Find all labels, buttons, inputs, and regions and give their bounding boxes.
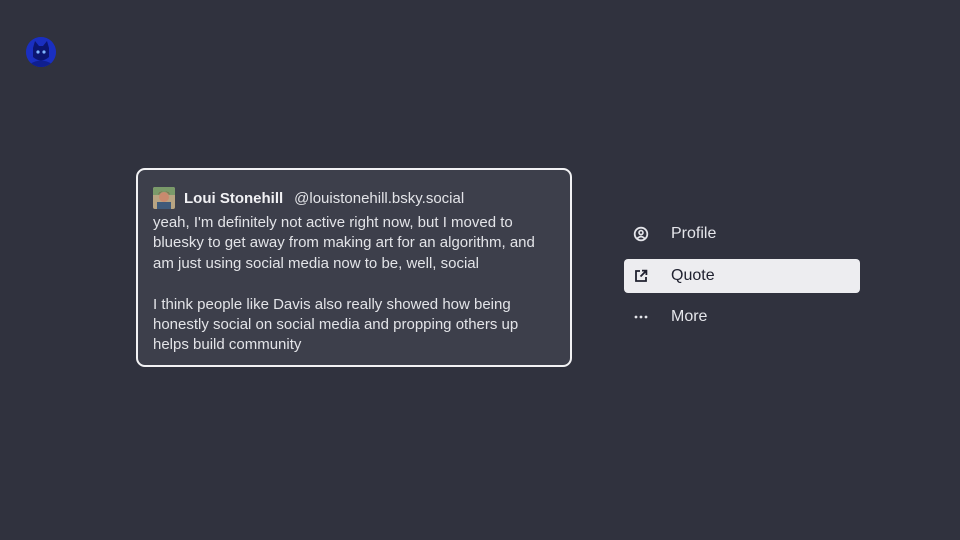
menu-item-label: More: [671, 308, 708, 325]
author-avatar: [153, 187, 175, 209]
post-header: Loui Stonehill @louistonehill.bsky.socia…: [153, 186, 555, 210]
menu-item-label: Quote: [671, 266, 715, 284]
post-action-menu: Profile Quote More: [624, 217, 860, 342]
post-paragraph: yeah, I'm definitely not active right no…: [153, 214, 535, 272]
app-avatar-icon[interactable]: [26, 37, 56, 67]
more-dots-icon: [633, 309, 649, 325]
author-name: Loui Stonehill: [184, 189, 284, 207]
menu-item-label: Profile: [671, 225, 717, 242]
post-card[interactable]: Loui Stonehill @louistonehill.bsky.socia…: [136, 168, 572, 367]
profile-icon: [633, 226, 649, 242]
menu-item-quote[interactable]: Quote: [624, 258, 860, 293]
post-text: yeah, I'm definitely not active right no…: [153, 213, 555, 356]
author-handle: @louistonehill.bsky.social: [294, 189, 465, 207]
post-paragraph: I think people like Davis also really sh…: [153, 295, 519, 354]
menu-item-more[interactable]: More: [624, 300, 860, 334]
quote-external-icon: [633, 268, 649, 284]
menu-item-profile[interactable]: Profile: [624, 217, 860, 251]
